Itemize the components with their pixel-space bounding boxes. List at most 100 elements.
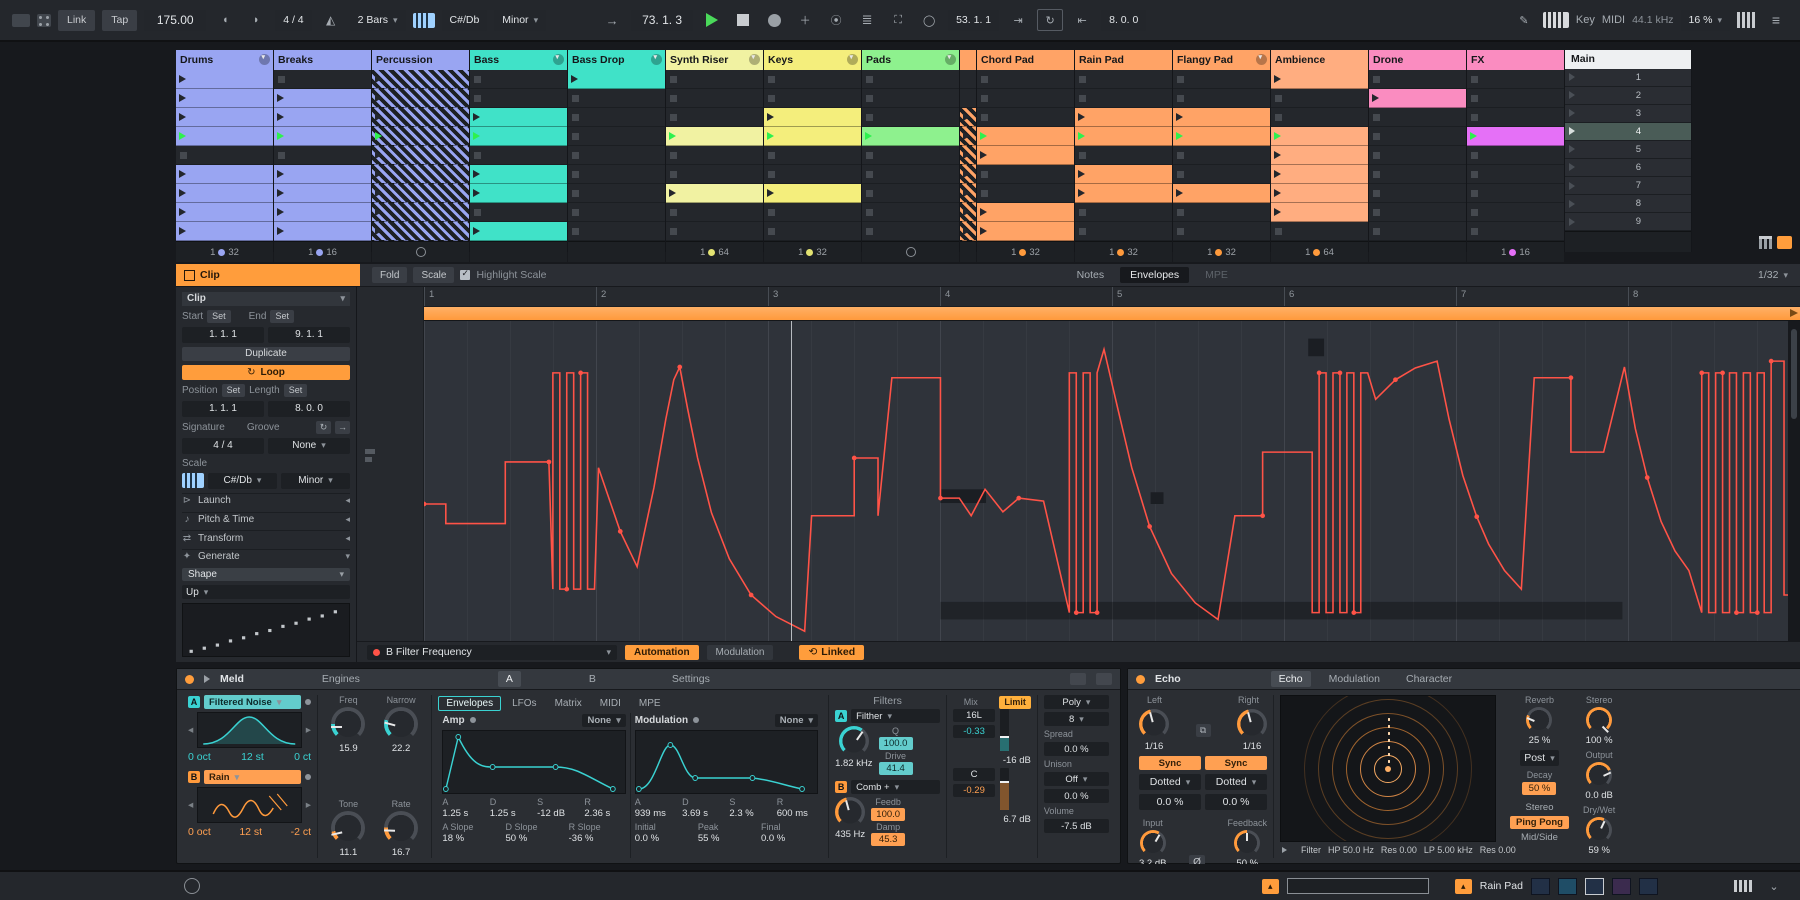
- clip-slot[interactable]: [470, 184, 567, 203]
- clip-play-icon[interactable]: [179, 94, 186, 102]
- clip-slot[interactable]: [568, 127, 665, 146]
- clip-start-value[interactable]: 1. 1. 1: [182, 326, 264, 343]
- modulation-envelope-graph[interactable]: [634, 730, 819, 794]
- clip-slot[interactable]: [1173, 89, 1270, 108]
- clip-stop-icon[interactable]: [572, 227, 579, 235]
- echo-rings-display[interactable]: [1280, 695, 1496, 842]
- clip-play-icon[interactable]: [277, 227, 284, 235]
- clip-slot[interactable]: [1467, 165, 1564, 184]
- amp-r-slope[interactable]: -36 %: [569, 833, 626, 844]
- engine-a-prev-icon[interactable]: ◂: [188, 724, 193, 736]
- engine-a-selector[interactable]: Filtered Noise: [204, 695, 302, 709]
- clip-stop-icon[interactable]: [1373, 227, 1380, 235]
- quantization-menu[interactable]: 2 Bars: [349, 9, 406, 31]
- clip-slot[interactable]: [862, 203, 959, 222]
- clip-slot[interactable]: [568, 184, 665, 203]
- decay-value[interactable]: 50 %: [1522, 782, 1557, 795]
- echo-tab-character[interactable]: Character: [1398, 671, 1460, 687]
- meld-hot-swap-icon[interactable]: [1096, 673, 1112, 685]
- engine-b-selector[interactable]: Rain: [204, 770, 302, 784]
- clip-stop-icon[interactable]: [572, 208, 579, 216]
- meld-tab-midi[interactable]: MIDI: [593, 697, 628, 710]
- output-value[interactable]: 0.0 dB: [1585, 790, 1612, 801]
- clip-slot[interactable]: [764, 89, 861, 108]
- filter-expand-icon[interactable]: [1282, 847, 1287, 853]
- tab-mpe[interactable]: MPE: [1195, 267, 1238, 283]
- loop-start-display[interactable]: 53. 1. 1: [948, 9, 1000, 31]
- clip-slot[interactable]: [1369, 184, 1466, 203]
- track-fold-icon[interactable]: [259, 53, 270, 65]
- loop-position-value[interactable]: 1. 1. 1: [182, 400, 264, 417]
- window-icon[interactable]: [12, 13, 30, 27]
- clip-play-icon[interactable]: [767, 113, 774, 121]
- clip-slot[interactable]: [568, 89, 665, 108]
- clip-slot[interactable]: [1271, 184, 1368, 203]
- modenv-target-selector[interactable]: None: [774, 713, 819, 727]
- set-position-button[interactable]: Set: [221, 383, 246, 397]
- clip-stop-icon[interactable]: [1079, 94, 1086, 102]
- clip-slot[interactable]: [977, 222, 1074, 241]
- clip-playing-icon[interactable]: [1274, 132, 1281, 140]
- reverb-position[interactable]: Post: [1520, 750, 1559, 766]
- track-header[interactable]: Drone: [1369, 50, 1466, 70]
- clip-play-icon[interactable]: [980, 208, 987, 216]
- modenv-final[interactable]: 0.0 %: [761, 833, 818, 844]
- clip-slot[interactable]: [666, 222, 763, 241]
- clip-scale-root[interactable]: C#/Db: [208, 472, 277, 489]
- clip-play-icon[interactable]: [1274, 189, 1281, 197]
- automation-arm-icon[interactable]: [824, 10, 848, 30]
- linked-button[interactable]: Linked: [799, 644, 865, 660]
- clip-slot[interactable]: [1369, 203, 1466, 222]
- meld-tab-a[interactable]: A: [497, 671, 521, 687]
- clip-playing-icon[interactable]: [669, 132, 676, 140]
- clip-play-icon[interactable]: [963, 113, 970, 121]
- clip-signature-value[interactable]: 4 / 4: [182, 437, 264, 454]
- scale-root[interactable]: C#/Db: [441, 9, 488, 31]
- clip-play-icon[interactable]: [1176, 113, 1183, 121]
- clip-slot[interactable]: [862, 127, 959, 146]
- mix-b-level-slider[interactable]: [1000, 768, 1010, 810]
- automation-parameter-selector[interactable]: B Filter Frequency ▾: [367, 644, 617, 660]
- clip-stop-icon[interactable]: [474, 75, 481, 83]
- clip-stop-icon[interactable]: [981, 113, 988, 121]
- filter-b-damp[interactable]: 45.3: [871, 833, 906, 846]
- clip-stop-icon[interactable]: [866, 113, 873, 121]
- clip-play-icon[interactable]: [277, 189, 284, 197]
- clip-play-icon[interactable]: [375, 113, 382, 121]
- clip-play-icon[interactable]: [375, 170, 382, 178]
- clip-play-icon[interactable]: [375, 227, 382, 235]
- clip-slot[interactable]: [1271, 165, 1368, 184]
- clip-stop-icon[interactable]: [1275, 94, 1282, 102]
- draw-mode-icon[interactable]: [1512, 10, 1536, 30]
- clip-play-icon[interactable]: [1274, 75, 1281, 83]
- clip-stop-icon[interactable]: [981, 189, 988, 197]
- scene-launch-icon[interactable]: [1569, 199, 1575, 208]
- clip-play-icon[interactable]: [179, 189, 186, 197]
- collapse-chevron-icon[interactable]: [1762, 876, 1786, 896]
- clip-slot[interactable]: [1075, 108, 1172, 127]
- voices-selector[interactable]: 8: [1043, 712, 1109, 726]
- clip-play-icon[interactable]: [963, 151, 970, 159]
- meld-tab-matrix[interactable]: Matrix: [548, 697, 589, 710]
- modenv-peak[interactable]: 55 %: [698, 833, 755, 844]
- clip-scale-keys-icon[interactable]: [182, 473, 204, 489]
- clip-slot[interactable]: [1075, 146, 1172, 165]
- scene-slot[interactable]: 1: [1565, 68, 1691, 87]
- echo-filter-strip[interactable]: Filter HP 50.0 Hz Res 0.00 LP 5.00 kHz R…: [1280, 842, 1516, 858]
- amp-release[interactable]: 2.36 s: [584, 808, 625, 819]
- clip-slot[interactable]: [1173, 222, 1270, 241]
- clip-playing-icon[interactable]: [767, 132, 774, 140]
- clip-slot[interactable]: [1369, 70, 1466, 89]
- clip-play-icon[interactable]: [473, 113, 480, 121]
- clip-slot[interactable]: [666, 108, 763, 127]
- clip-scale-mode[interactable]: Minor: [281, 472, 350, 489]
- track-header[interactable]: Bass Drop: [568, 50, 665, 70]
- clip-slot[interactable]: [1271, 89, 1368, 108]
- clip-play-icon[interactable]: [963, 227, 970, 235]
- clip-stop-icon[interactable]: [670, 227, 677, 235]
- track-header[interactable]: Bass: [470, 50, 567, 70]
- clip-stop-icon[interactable]: [1471, 151, 1478, 159]
- clip-slot[interactable]: [960, 146, 976, 165]
- scene-launch-icon[interactable]: [1569, 181, 1575, 190]
- track-header[interactable]: Ambience: [1271, 50, 1368, 70]
